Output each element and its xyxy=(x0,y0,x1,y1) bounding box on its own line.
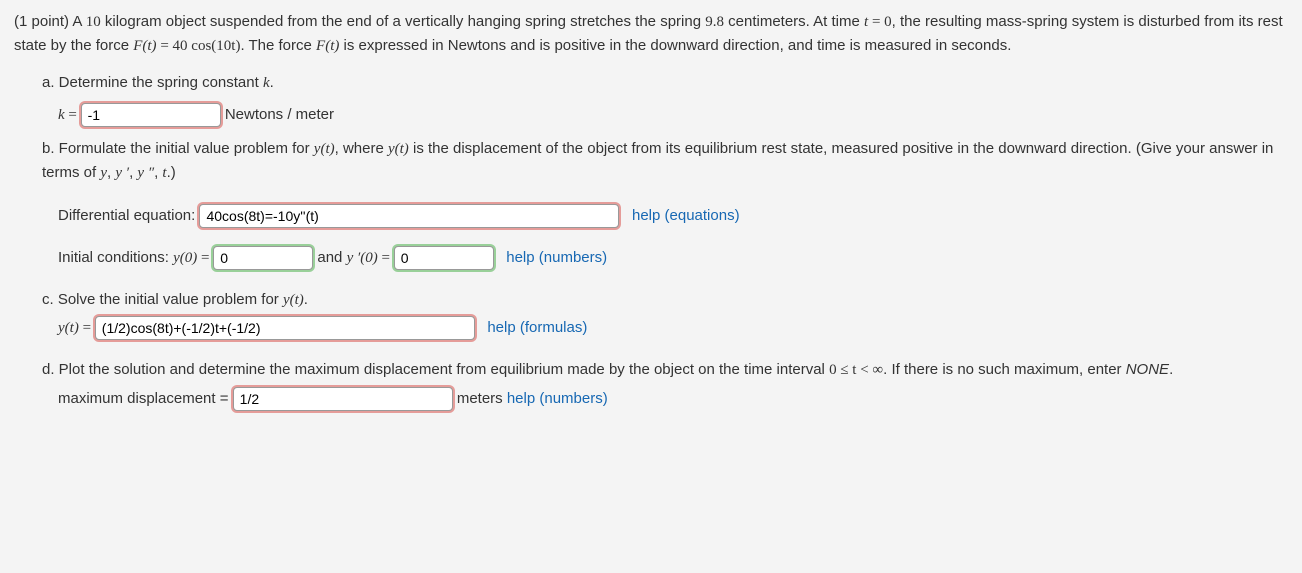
diff-eq-input[interactable] xyxy=(199,204,619,228)
k-unit: Newtons / meter xyxy=(225,106,334,123)
k-label: k xyxy=(58,107,65,123)
yt-label: y(t) xyxy=(58,320,79,336)
max-disp-unit: meters xyxy=(457,390,503,407)
help-numbers-link-d[interactable]: help (numbers) xyxy=(507,390,608,407)
help-numbers-link[interactable]: help (numbers) xyxy=(506,249,607,266)
y0-input[interactable] xyxy=(213,246,313,270)
help-formulas-link[interactable]: help (formulas) xyxy=(487,319,587,336)
yprime0-input[interactable] xyxy=(394,246,494,270)
diff-eq-label: Differential equation: xyxy=(58,207,199,224)
yt-input[interactable] xyxy=(95,316,475,340)
part-c-label: c. Solve the initial value problem for y… xyxy=(42,291,308,308)
force-expression: 40 cos(10t) xyxy=(173,38,241,54)
help-equations-link[interactable]: help (equations) xyxy=(632,207,740,224)
max-disp-label: maximum displacement = xyxy=(58,390,233,407)
initial-conditions-label: Initial conditions: xyxy=(58,249,173,266)
max-disp-input[interactable] xyxy=(233,387,453,411)
part-b-label: b. Formulate the initial value problem f… xyxy=(42,140,1273,181)
part-a-label: a. Determine the spring constant k. xyxy=(42,74,274,91)
part-d-label: d. Plot the solution and determine the m… xyxy=(42,361,1173,378)
stretch-value: 9.8 xyxy=(705,14,724,30)
points-label: (1 point) xyxy=(14,13,69,30)
mass-value: 10 xyxy=(86,14,101,30)
problem-intro: (1 point) A 10 kilogram object suspended… xyxy=(14,10,1288,59)
k-input[interactable] xyxy=(81,103,221,127)
